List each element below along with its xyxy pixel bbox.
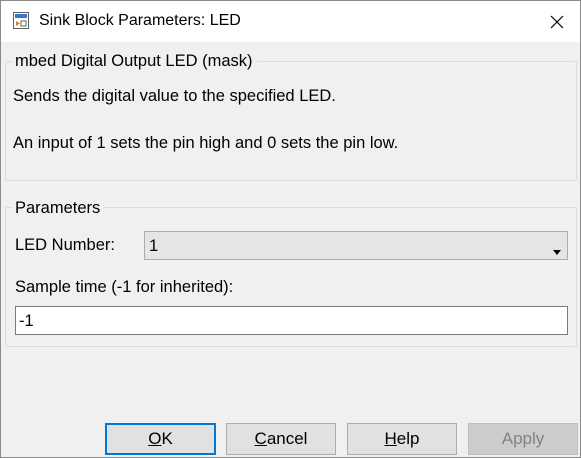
help-button-label: Help <box>385 429 420 449</box>
cancel-label-rest: ancel <box>266 429 308 448</box>
apply-button[interactable]: Apply <box>468 423 578 455</box>
led-number-select[interactable]: 1 <box>144 231 568 260</box>
ok-button-label: OK <box>148 429 173 449</box>
sample-time-label: Sample time (-1 for inherited): <box>15 278 234 296</box>
title-bar[interactable]: Sink Block Parameters: LED <box>1 1 580 42</box>
ok-mnemonic: O <box>148 429 162 448</box>
description-group <box>5 61 577 181</box>
dropdown-arrow-icon <box>553 242 561 260</box>
description-line-2: An input of 1 sets the pin high and 0 se… <box>13 134 399 152</box>
close-button[interactable] <box>534 1 580 42</box>
help-label-rest: elp <box>396 429 420 448</box>
description-group-legend: mbed Digital Output LED (mask) <box>13 51 257 71</box>
sample-time-input[interactable]: -1 <box>15 306 568 335</box>
ok-button[interactable]: OK <box>105 423 216 455</box>
cancel-button-label: Cancel <box>255 429 308 449</box>
cancel-mnemonic: C <box>254 429 267 448</box>
apply-button-label: Apply <box>501 429 545 448</box>
ok-label-rest: K <box>161 429 173 448</box>
close-icon <box>550 15 564 28</box>
help-mnemonic: H <box>384 429 397 448</box>
led-number-label: LED Number: <box>15 236 115 254</box>
simulink-block-icon <box>13 12 29 29</box>
window-title: Sink Block Parameters: LED <box>39 12 241 29</box>
description-line-1: Sends the digital value to the specified… <box>13 87 336 105</box>
led-number-selected-value: 1 <box>149 237 159 255</box>
cancel-button[interactable]: Cancel <box>226 423 336 455</box>
parameters-group-legend: Parameters <box>13 198 105 218</box>
sample-time-value: -1 <box>19 312 34 330</box>
help-button[interactable]: Help <box>347 423 457 455</box>
dialog-window: Sink Block Parameters: LED mbed Digital … <box>0 0 581 458</box>
